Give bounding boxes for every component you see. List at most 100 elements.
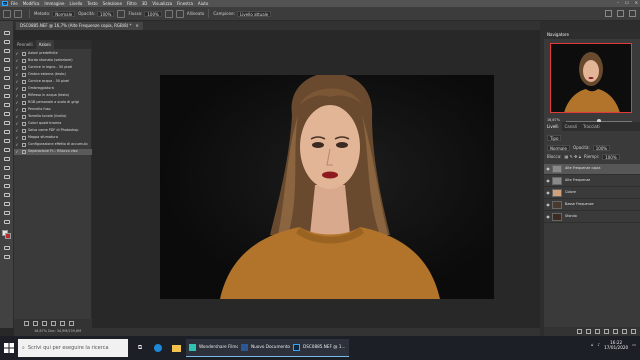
taskbar-search-box[interactable]: ⌕ Scrivi qui per eseguire la ricerca [18,339,128,357]
blur-tool-icon[interactable] [3,147,11,153]
dialog-toggle-icon[interactable] [22,52,26,56]
blend-mode-select[interactable]: Normale [547,145,570,151]
frame-tool-icon[interactable] [3,75,11,81]
play-icon[interactable] [42,321,47,326]
layer-row[interactable]: ◉ Sfondo [544,212,640,223]
layer-row[interactable]: ◉ Colore [544,188,640,199]
check-icon[interactable]: ✓ [14,52,20,56]
check-icon[interactable]: ✓ [14,108,20,112]
dialog-toggle-icon[interactable] [22,59,26,63]
rectangle-tool-icon[interactable] [3,192,11,198]
action-row[interactable]: ✓ Cornice in legno - 50 pixel [14,65,92,71]
tab-pennelli[interactable]: Pennelli [14,40,36,49]
dialog-toggle-icon[interactable] [22,80,26,84]
taskbar-window-filmora[interactable]: Wondershare Filmo... [186,339,246,357]
record-icon[interactable] [33,321,38,326]
check-icon[interactable]: ✓ [14,66,20,70]
layer-style-icon[interactable] [586,329,591,334]
document-image[interactable] [160,75,494,299]
aligned-checkbox[interactable] [175,9,184,18]
close-icon[interactable]: ✕ [635,1,638,5]
menu-item-3d[interactable]: 3D [142,1,148,6]
brush-tool-preset-icon[interactable] [3,9,11,18]
action-row[interactable]: ✓ Salva come PDF di Photoshop [14,128,92,134]
trash-icon[interactable] [69,321,74,326]
dialog-toggle-icon[interactable] [22,150,26,154]
workspace-icon[interactable] [617,10,624,17]
menu-item-visualizza[interactable]: Visualizza [152,1,172,6]
visibility-eye-icon[interactable]: ◉ [544,167,552,171]
pressure-opacity-icon[interactable] [117,9,126,18]
dialog-toggle-icon[interactable] [22,87,26,91]
check-icon[interactable]: ✓ [14,143,20,147]
adjustment-layer-icon[interactable] [604,329,609,334]
menu-item-modifica[interactable]: Modifica [23,1,40,6]
opacity-field[interactable]: 100% [97,10,115,17]
close-tab-icon[interactable]: ✕ [135,24,138,28]
sample-select[interactable]: Livello attuale [236,10,272,17]
brush-tool-icon[interactable] [3,102,11,108]
check-icon[interactable]: ✓ [14,129,20,133]
tab-azioni[interactable]: Azioni [35,40,54,49]
fill-field[interactable]: 100% [602,154,620,160]
action-row[interactable]: ✓ Bordo sfumato (selezione) [14,58,92,64]
lasso-tool-icon[interactable] [3,48,11,54]
action-row[interactable]: ✓ Separazione Fr... Ritocco viso [14,149,92,155]
tab-canali[interactable]: Canali [562,122,580,131]
path-select-tool-icon[interactable] [3,183,11,189]
quick-select-tool-icon[interactable] [3,57,11,63]
search-icon[interactable] [605,10,612,17]
dialog-toggle-icon[interactable] [22,143,26,147]
action-row[interactable]: ✓ Tornello tonale (livello) [14,114,92,120]
visibility-eye-icon[interactable]: ◉ [544,203,552,207]
action-row[interactable]: ✓ Configurazione effetto di accumulo [14,142,92,148]
check-icon[interactable]: ✓ [14,122,20,126]
network-icon[interactable]: ⌂ [591,343,594,347]
check-icon[interactable]: ✓ [14,73,20,77]
action-row[interactable]: ✓ Mappa sfumatura [14,135,92,141]
tab-livelli[interactable]: Livelli [544,122,562,131]
menu-item-file[interactable]: File [11,1,18,6]
menu-item-aiuto[interactable]: Aiuto [198,1,208,6]
action-row[interactable]: ✓ RGB personale a scala di grigi [14,100,92,106]
check-icon[interactable]: ✓ [14,115,20,119]
taskbar-window-word[interactable]: Nuovo Documento... [238,339,297,357]
link-layers-icon[interactable] [577,329,582,334]
flow-field[interactable]: 100% [144,10,162,17]
delete-layer-icon[interactable] [631,329,636,334]
menu-item-livello[interactable]: Livello [70,1,83,6]
new-set-icon[interactable] [51,321,56,326]
layer-row[interactable]: ◉ Alte Frequenze [544,176,640,187]
menu-item-immagine[interactable]: Immagine [44,1,64,6]
visibility-eye-icon[interactable]: ◉ [544,191,552,195]
dialog-toggle-icon[interactable] [22,115,26,119]
action-row[interactable]: ✓ Cornice acqua - 50 pixel [14,79,92,85]
action-row[interactable]: ✓ Riflesso in acqua (testo) [14,93,92,99]
check-icon[interactable]: ✓ [14,136,20,140]
healing-brush-tool-icon[interactable] [3,93,11,99]
share-icon[interactable] [629,10,636,17]
menu-item-testo[interactable]: Testo [87,1,97,6]
check-icon[interactable]: ✓ [14,80,20,84]
new-action-icon[interactable] [60,321,65,326]
pen-tool-icon[interactable] [3,165,11,171]
type-tool-icon[interactable] [3,174,11,180]
zoom-tool-icon[interactable] [3,210,11,216]
notifications-icon[interactable]: ▭ [632,343,636,347]
tab-tracciati[interactable]: Tracciati [580,122,603,131]
eraser-tool-icon[interactable] [3,129,11,135]
check-icon[interactable]: ✓ [14,150,20,154]
action-row[interactable]: ✓ Colori quadricromia [14,121,92,127]
screen-mode-icon[interactable] [3,254,11,260]
navigator-thumbnail[interactable] [550,43,632,113]
volume-icon[interactable]: ♪ [598,343,601,347]
maximize-icon[interactable]: ☐ [625,1,629,5]
airbrush-icon[interactable] [164,9,173,18]
dialog-toggle-icon[interactable] [22,136,26,140]
action-row[interactable]: ✓ Ombreggiatura [14,86,92,92]
dialog-toggle-icon[interactable] [22,122,26,126]
action-row[interactable]: ✓ Ombra esterna (testo) [14,72,92,78]
add-mask-icon[interactable] [595,329,600,334]
more-tools-icon[interactable] [3,219,11,225]
menu-item-selezione[interactable]: Selezione [103,1,122,6]
